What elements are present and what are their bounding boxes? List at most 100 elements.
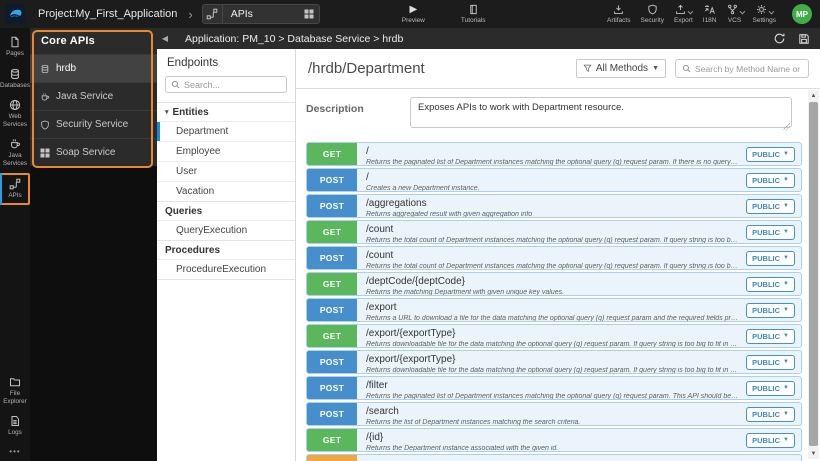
endpoints-search-input[interactable] — [184, 79, 281, 90]
api-row[interactable]: POST /search Returns the list of Departme… — [306, 402, 802, 426]
endpoint-item-queryexecution[interactable]: QueryExecution — [157, 220, 295, 240]
vcs-button[interactable]: VCS — [727, 4, 745, 24]
sidebar-item-web-services[interactable]: Web Services — [0, 95, 30, 132]
sidebar-item-logs[interactable]: Logs — [0, 411, 30, 441]
scroll-down-icon[interactable]: ▼ — [808, 448, 819, 459]
endpoint-item-department[interactable]: Department — [157, 121, 295, 141]
sidebar-item-pages[interactable]: Pages — [0, 32, 30, 62]
section-header-entities[interactable]: ▾ Entities — [157, 102, 295, 121]
method-search[interactable] — [675, 59, 809, 78]
access-dropdown[interactable]: PUBLIC ▼ — [746, 146, 795, 162]
access-dropdown[interactable]: PUBLIC ▼ — [746, 276, 795, 292]
api-row[interactable]: GET /export/{exportType} Returns download… — [306, 324, 802, 348]
caret-down-icon: ▼ — [783, 359, 789, 365]
core-api-item-label: Soap Service — [56, 147, 116, 158]
search-icon — [682, 64, 691, 73]
method-badge: GET — [307, 221, 357, 243]
description-textarea[interactable]: Exposes APIs to work with Department res… — [410, 97, 792, 128]
chevron-down-icon — [687, 8, 694, 15]
more-options-icon[interactable]: ••• — [9, 447, 20, 456]
grid-menu-icon[interactable] — [299, 9, 319, 19]
workspace-selector[interactable]: APIs — [201, 4, 320, 24]
settings-button[interactable]: Settings — [753, 4, 776, 24]
api-row[interactable]: GET /{id} Returns the Department instance… — [306, 428, 802, 452]
endpoint-item-employee[interactable]: Employee — [157, 141, 295, 161]
core-api-item-security-service[interactable]: Security Service — [30, 110, 157, 138]
access-dropdown[interactable]: PUBLIC ▼ — [746, 328, 795, 344]
access-dropdown[interactable]: PUBLIC ▼ — [746, 172, 795, 188]
endpoint-description: Returns the matching Department with giv… — [366, 289, 565, 296]
sidebar-item-file-explorer[interactable]: File Explorer — [0, 372, 30, 409]
preview-button[interactable]: ▶ Preview — [402, 4, 425, 24]
endpoint-item-vacation[interactable]: Vacation — [157, 181, 295, 201]
caret-down-icon: ▼ — [783, 437, 789, 443]
api-row[interactable]: GET /deptCode/{deptCode} Returns the matc… — [306, 272, 802, 296]
user-avatar[interactable]: MP — [792, 4, 812, 24]
gear-icon — [756, 4, 767, 15]
api-row[interactable]: GET / Returns the paginated list of Depar… — [306, 142, 802, 166]
method-badge: POST — [307, 377, 357, 399]
access-dropdown[interactable]: PUBLIC ▼ — [746, 198, 795, 214]
access-dropdown[interactable]: PUBLIC ▼ — [746, 380, 795, 396]
access-dropdown[interactable]: PUBLIC ▼ — [746, 432, 795, 448]
vertical-scrollbar[interactable]: ▲ ▼ — [808, 90, 819, 459]
api-row[interactable]: POST /count Returns the total count of De… — [306, 246, 802, 270]
i18n-button[interactable]: I18N — [703, 4, 717, 24]
endpoint-item-procedureexecution[interactable]: ProcedureExecution — [157, 259, 295, 279]
artifacts-button[interactable]: Artifacts — [607, 4, 630, 24]
api-row[interactable]: POST /filter Returns the paginated list o… — [306, 376, 802, 400]
description-label: Description — [306, 103, 364, 115]
api-row[interactable]: GET /count Returns the total count of Dep… — [306, 220, 802, 244]
sidebar-item-databases[interactable]: Databases — [0, 64, 30, 94]
collapse-panel-icon[interactable]: ◀ — [157, 34, 173, 43]
folder-icon — [9, 376, 21, 388]
method-badge: POST — [307, 351, 357, 373]
core-api-item-java-service[interactable]: Java Service — [30, 82, 157, 110]
endpoint-item-user[interactable]: User — [157, 161, 295, 181]
resize-grip-icon[interactable] — [783, 123, 790, 130]
sidebar-item-java-services[interactable]: Java Services — [0, 134, 30, 171]
save-icon[interactable] — [798, 33, 810, 45]
api-row[interactable]: POST /export Returns a URL to download a … — [306, 298, 802, 322]
core-api-item-label: Security Service — [56, 119, 129, 130]
access-dropdown[interactable]: PUBLIC ▼ — [746, 250, 795, 266]
method-badge: POST — [307, 403, 357, 425]
api-row[interactable]: POST / Creates a new Department instance.… — [306, 168, 802, 192]
access-dropdown[interactable]: PUBLIC ▼ — [746, 406, 795, 422]
shield-icon — [647, 4, 658, 15]
access-dropdown[interactable]: PUBLIC ▼ — [746, 302, 795, 318]
caret-down-icon: ▼ — [783, 255, 789, 261]
section-header-queries[interactable]: Queries — [157, 201, 295, 220]
document-icon — [9, 415, 21, 427]
endpoint-description: Returns the list of Department instances… — [366, 419, 581, 426]
api-row[interactable]: POST /aggregations Returns aggregated res… — [306, 194, 802, 218]
book-icon — [468, 4, 479, 15]
core-api-item-soap-service[interactable]: Soap Service — [30, 138, 157, 166]
tutorials-button[interactable]: Tutorials — [461, 4, 486, 24]
section-header-procedures[interactable]: Procedures — [157, 240, 295, 259]
endpoint-path: / — [366, 171, 369, 183]
endpoint-path: /export/{exportType} — [366, 353, 456, 365]
methods-filter-dropdown[interactable]: All Methods ▼ — [575, 59, 666, 78]
app-logo-icon[interactable] — [5, 4, 25, 24]
access-dropdown[interactable]: PUBLIC ▼ — [746, 224, 795, 240]
api-row-partial[interactable] — [306, 454, 802, 461]
endpoints-search[interactable] — [165, 76, 287, 93]
endpoint-path: /export/{exportType} — [366, 327, 456, 339]
method-search-input[interactable] — [695, 63, 802, 74]
scrollbar-thumb[interactable] — [809, 102, 818, 446]
database-icon — [9, 68, 21, 80]
core-api-item-hrdb[interactable]: hrdb — [30, 54, 157, 82]
endpoints-title: Endpoints — [167, 57, 219, 69]
access-dropdown[interactable]: PUBLIC ▼ — [746, 354, 795, 370]
export-button[interactable]: Export — [674, 4, 694, 24]
endpoint-description: Creates a new Department instance. — [366, 185, 480, 192]
caret-down-icon: ▼ — [783, 307, 789, 313]
scroll-up-icon[interactable]: ▲ — [808, 90, 819, 101]
security-button[interactable]: Security — [640, 4, 664, 24]
method-badge: POST — [307, 195, 357, 217]
refresh-icon[interactable] — [773, 32, 786, 45]
sidebar-item-apis[interactable]: APIs — [0, 173, 30, 205]
caret-down-icon: ▼ — [652, 65, 659, 72]
api-row[interactable]: POST /export/{exportType} Returns downloa… — [306, 350, 802, 374]
